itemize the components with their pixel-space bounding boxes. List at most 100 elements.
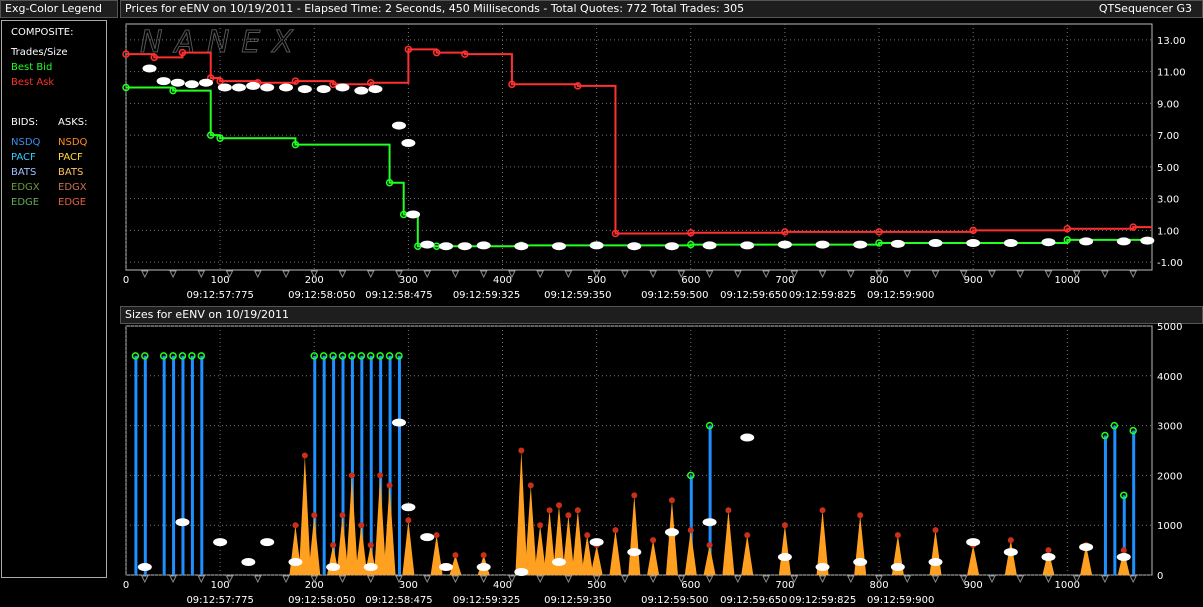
trade-size-point [476, 563, 491, 572]
size-bar-bid [397, 355, 401, 575]
trade-size-point [420, 533, 435, 542]
x-marker-triangle [734, 270, 742, 279]
trade-point [368, 85, 383, 94]
x-marker-triangle [479, 575, 488, 584]
time-label: 09:12:59:900 [867, 595, 934, 606]
time-label: 09:12:59:825 [789, 290, 856, 301]
x-marker-triangle [338, 270, 347, 279]
trade-size-point [890, 563, 905, 572]
trade-point [514, 242, 529, 251]
x-marker-triangle [564, 575, 573, 584]
trade-point [246, 81, 261, 90]
size-bar-bid [162, 355, 166, 575]
trade-size-point [288, 558, 303, 567]
x-marker-triangle [846, 575, 855, 584]
trade-point [297, 85, 312, 94]
y-tick-label: 3.00 [1157, 195, 1179, 206]
ask-size-marker [687, 527, 694, 534]
trade-size-point [815, 563, 830, 572]
ask-size-marker [527, 482, 534, 489]
chart-canvas: 13.00 11.00 9.00 7.00 5.00 3.00 1.00 -1.00 0 100 2… [122, 23, 1186, 606]
x-tick-label: 0 [123, 275, 129, 286]
trade-size-point [740, 433, 755, 442]
x-tick-label: 400 [493, 580, 512, 591]
ask-size-marker [565, 512, 572, 519]
trade-point [966, 239, 981, 248]
x-marker-triangle [366, 270, 375, 279]
trade-size-point [777, 553, 792, 562]
x-marker-triangle [931, 575, 940, 584]
ask-size-marker [1120, 547, 1127, 554]
trade-size-point [391, 418, 406, 427]
time-label: 09:12:59:500 [641, 290, 708, 301]
x-marker-triangle [338, 575, 347, 584]
ask-size-marker [857, 512, 864, 519]
x-marker-triangle [1129, 270, 1137, 279]
y-tick-label: 11.00 [1157, 68, 1186, 79]
y-tick-label: -1.00 [1157, 258, 1183, 269]
x-marker-triangle [479, 270, 488, 279]
trade-size-point [627, 548, 642, 557]
x-tick-label: 600 [681, 580, 700, 591]
x-marker-triangle [705, 270, 714, 279]
trade-point [457, 242, 472, 251]
x-tick-label: 100 [211, 275, 230, 286]
price-chart: 13.0011.009.007.005.003.001.00-1.000 100 2… [122, 23, 1186, 301]
x-marker-triangle [1101, 575, 1109, 584]
size-bar-bid [190, 355, 194, 575]
size-bar-bid [322, 355, 326, 575]
trade-point [1003, 239, 1018, 248]
time-label: 09:12:58:475 [365, 595, 432, 606]
x-marker-triangle [141, 270, 149, 279]
y-tick-label: 1000 [1157, 521, 1182, 532]
trade-point [406, 210, 421, 219]
x-marker-triangle [423, 575, 432, 584]
trade-point [199, 78, 214, 87]
trade-point [1041, 238, 1056, 247]
trade-size-point [966, 538, 981, 547]
size-bar-bid [181, 355, 185, 575]
x-tick-label: 300 [399, 580, 418, 591]
trade-point [184, 80, 199, 89]
y-tick-label: 5.00 [1157, 163, 1179, 174]
y-tick-label: 13.00 [1157, 36, 1186, 47]
size-bar-bid [1103, 435, 1107, 575]
ask-size-marker [932, 527, 939, 534]
sizes-chart: 5000400030002000100000 100 200 300 400 500 600… [123, 322, 1183, 606]
x-marker-triangle [1016, 270, 1025, 279]
ask-size-marker [330, 542, 337, 549]
y-tick-label: 9.00 [1157, 99, 1179, 110]
x-marker-triangle [621, 270, 629, 279]
x-tick-label: 100 [211, 580, 230, 591]
y-tick-label: 4000 [1157, 372, 1182, 383]
trade-point [439, 242, 454, 251]
x-marker-triangle [536, 575, 544, 584]
y-tick-label: 5000 [1157, 322, 1182, 333]
x-tick-label: 700 [775, 275, 794, 286]
watermark-text: NANEX [140, 25, 305, 60]
x-marker-triangle [988, 575, 996, 584]
x-marker-triangle [451, 575, 460, 584]
ask-size-marker [650, 537, 657, 544]
trade-point [815, 240, 830, 249]
size-bar-bid [1132, 430, 1136, 575]
ask-size-marker [1045, 547, 1052, 554]
trade-point [260, 83, 275, 92]
time-label: 09:12:59:650 [720, 595, 787, 606]
x-marker-triangle [988, 270, 996, 279]
trade-size-point [363, 563, 378, 572]
trade-size-point [1079, 543, 1094, 552]
x-marker-triangle [253, 270, 262, 279]
trade-point [1079, 237, 1094, 246]
y-tick-label: 0 [1157, 571, 1163, 582]
x-marker-triangle [649, 270, 657, 279]
x-marker-triangle [621, 575, 629, 584]
ask-size-marker [546, 507, 553, 514]
trade-size-point [1041, 553, 1056, 562]
ask-size-marker [367, 542, 374, 549]
trade-size-point [1003, 548, 1018, 557]
x-marker-triangle [818, 270, 827, 279]
trade-point [476, 241, 491, 250]
trade-point [217, 83, 232, 92]
trade-size-point [702, 518, 717, 527]
